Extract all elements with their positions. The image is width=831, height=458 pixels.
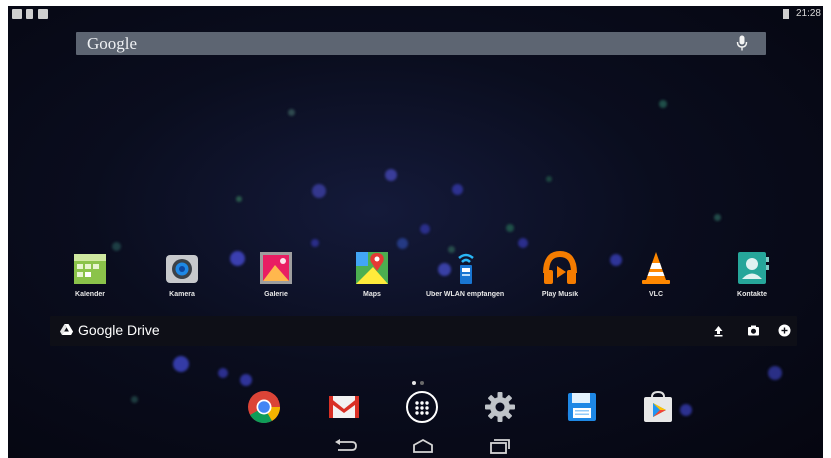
app-wlan-empfangen[interactable]: Über WLAN empfangen (Tota <box>426 249 506 298</box>
back-icon[interactable] <box>332 438 358 454</box>
contacts-icon <box>733 249 771 287</box>
status-time: 21:28 <box>795 8 821 19</box>
app-label: Kamera <box>169 291 195 298</box>
app-label: VLC <box>649 291 663 298</box>
gallery-icon <box>257 249 295 287</box>
page-indicator <box>412 372 428 390</box>
app-label: Maps <box>363 291 381 298</box>
add-icon[interactable] <box>778 324 791 337</box>
app-kalender[interactable]: Kalender <box>50 249 130 298</box>
download-notification-icon <box>26 9 33 19</box>
app-vlc[interactable]: VLC <box>616 249 696 298</box>
vlc-cone-icon <box>637 249 675 287</box>
google-search-bar[interactable]: Google <box>76 32 766 55</box>
app-kontakte[interactable]: Kontakte <box>712 249 792 298</box>
app-label: Play Musik <box>541 291 579 298</box>
headphones-icon <box>541 249 579 287</box>
recents-icon[interactable] <box>486 438 512 454</box>
image-notification-icon <box>12 9 22 19</box>
battery-icon <box>783 9 789 19</box>
wifi-receive-icon <box>447 249 485 287</box>
gmail-icon[interactable] <box>326 389 362 425</box>
home-icon[interactable] <box>410 438 436 454</box>
app-kamera[interactable]: Kamera <box>142 249 222 298</box>
mic-icon[interactable] <box>736 35 748 52</box>
app-label: Galerie <box>264 291 288 298</box>
google-drive-widget[interactable]: Google Drive <box>50 316 797 346</box>
settings-gear-icon[interactable] <box>482 389 518 425</box>
maps-icon <box>353 249 391 287</box>
drive-title: Google Drive <box>78 322 160 338</box>
app-label: Kontakte <box>737 291 767 298</box>
app-label: Kalender <box>75 291 105 298</box>
upload-icon[interactable] <box>712 324 725 337</box>
screenshot-notification-icon <box>38 9 48 19</box>
app-drawer-icon[interactable] <box>404 389 440 425</box>
app-play-musik[interactable]: Play Musik <box>520 249 600 298</box>
app-label: Über WLAN empfangen (Tota <box>426 291 506 298</box>
google-logo: Google <box>87 34 138 53</box>
calendar-icon <box>71 249 109 287</box>
camera-icon <box>163 249 201 287</box>
app-maps[interactable]: Maps <box>332 249 412 298</box>
save-app-icon[interactable] <box>564 389 600 425</box>
google-drive-icon <box>60 324 73 335</box>
chrome-icon[interactable] <box>246 389 282 425</box>
camera-icon[interactable] <box>747 324 760 337</box>
app-galerie[interactable]: Galerie <box>236 249 316 298</box>
play-store-icon[interactable] <box>640 389 676 425</box>
page-dot-active <box>412 381 416 385</box>
status-bar: 21:28 <box>8 6 823 24</box>
home-screen: 21:28 Google Kalender Kamera Galerie Map… <box>8 6 823 458</box>
page-dot <box>420 381 424 385</box>
